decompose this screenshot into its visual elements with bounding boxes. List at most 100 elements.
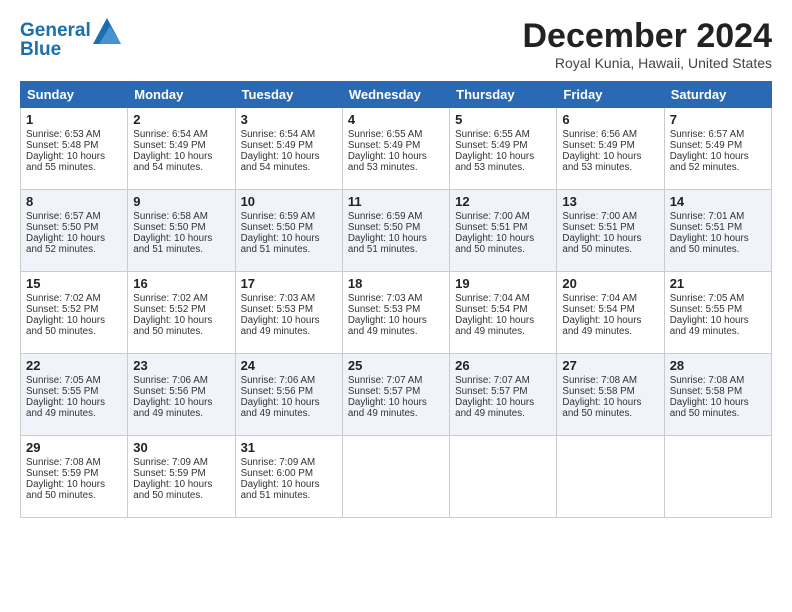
sunrise-label: Sunrise: 7:07 AM — [455, 375, 530, 386]
calendar-header-cell: Monday — [128, 82, 235, 108]
calendar-day-cell: 19 Sunrise: 7:04 AM Sunset: 5:54 PM Dayl… — [450, 272, 557, 354]
subtitle: Royal Kunia, Hawaii, United States — [522, 55, 772, 71]
calendar-day-cell: 31 Sunrise: 7:09 AM Sunset: 6:00 PM Dayl… — [235, 436, 342, 518]
day-number: 7 — [670, 112, 766, 127]
calendar-day-cell: 21 Sunrise: 7:05 AM Sunset: 5:55 PM Dayl… — [664, 272, 771, 354]
sunrise-label: Sunrise: 7:09 AM — [241, 457, 316, 468]
sunset-label: Sunset: 5:57 PM — [455, 386, 527, 397]
sunset-label: Sunset: 5:52 PM — [133, 304, 205, 315]
calendar-day-cell: 4 Sunrise: 6:55 AM Sunset: 5:49 PM Dayli… — [342, 108, 449, 190]
day-number: 21 — [670, 276, 766, 291]
calendar-day-cell: 22 Sunrise: 7:05 AM Sunset: 5:55 PM Dayl… — [21, 354, 128, 436]
sunrise-label: Sunrise: 7:00 AM — [562, 211, 637, 222]
day-number: 5 — [455, 112, 551, 127]
daylight-label: Daylight: 10 hours and 49 minutes. — [241, 397, 320, 419]
sunset-label: Sunset: 5:51 PM — [562, 222, 634, 233]
sunrise-label: Sunrise: 6:57 AM — [670, 129, 745, 140]
day-number: 11 — [348, 194, 444, 209]
daylight-label: Daylight: 10 hours and 53 minutes. — [348, 151, 427, 173]
sunrise-label: Sunrise: 6:56 AM — [562, 129, 637, 140]
sunset-label: Sunset: 5:59 PM — [133, 468, 205, 479]
sunset-label: Sunset: 5:51 PM — [455, 222, 527, 233]
day-number: 19 — [455, 276, 551, 291]
sunrise-label: Sunrise: 6:54 AM — [241, 129, 316, 140]
daylight-label: Daylight: 10 hours and 49 minutes. — [241, 315, 320, 337]
calendar-day-cell: 6 Sunrise: 6:56 AM Sunset: 5:49 PM Dayli… — [557, 108, 664, 190]
sunrise-label: Sunrise: 7:03 AM — [348, 293, 423, 304]
logo: General Blue — [20, 18, 121, 61]
day-number: 6 — [562, 112, 658, 127]
sunset-label: Sunset: 5:49 PM — [562, 140, 634, 151]
sunset-label: Sunset: 5:50 PM — [241, 222, 313, 233]
page: General Blue December 2024 Royal Kunia, … — [0, 0, 792, 528]
sunset-label: Sunset: 5:55 PM — [670, 304, 742, 315]
sunset-label: Sunset: 5:58 PM — [670, 386, 742, 397]
day-number: 17 — [241, 276, 337, 291]
calendar-day-cell: 7 Sunrise: 6:57 AM Sunset: 5:49 PM Dayli… — [664, 108, 771, 190]
calendar-day-cell: 29 Sunrise: 7:08 AM Sunset: 5:59 PM Dayl… — [21, 436, 128, 518]
sunrise-label: Sunrise: 7:02 AM — [26, 293, 101, 304]
header: General Blue December 2024 Royal Kunia, … — [20, 18, 772, 71]
calendar-day-cell: 25 Sunrise: 7:07 AM Sunset: 5:57 PM Dayl… — [342, 354, 449, 436]
month-title: December 2024 — [522, 18, 772, 55]
calendar-header-cell: Saturday — [664, 82, 771, 108]
sunrise-label: Sunrise: 6:57 AM — [26, 211, 101, 222]
sunrise-label: Sunrise: 7:08 AM — [26, 457, 101, 468]
calendar-day-cell: 20 Sunrise: 7:04 AM Sunset: 5:54 PM Dayl… — [557, 272, 664, 354]
calendar-day-cell: 5 Sunrise: 6:55 AM Sunset: 5:49 PM Dayli… — [450, 108, 557, 190]
daylight-label: Daylight: 10 hours and 49 minutes. — [26, 397, 105, 419]
daylight-label: Daylight: 10 hours and 52 minutes. — [670, 151, 749, 173]
daylight-label: Daylight: 10 hours and 53 minutes. — [455, 151, 534, 173]
sunrise-label: Sunrise: 7:02 AM — [133, 293, 208, 304]
sunset-label: Sunset: 5:58 PM — [562, 386, 634, 397]
day-number: 2 — [133, 112, 229, 127]
day-number: 4 — [348, 112, 444, 127]
daylight-label: Daylight: 10 hours and 50 minutes. — [562, 397, 641, 419]
daylight-label: Daylight: 10 hours and 51 minutes. — [241, 233, 320, 255]
sunrise-label: Sunrise: 7:07 AM — [348, 375, 423, 386]
calendar-day-cell: 15 Sunrise: 7:02 AM Sunset: 5:52 PM Dayl… — [21, 272, 128, 354]
sunrise-label: Sunrise: 6:58 AM — [133, 211, 208, 222]
daylight-label: Daylight: 10 hours and 54 minutes. — [241, 151, 320, 173]
daylight-label: Daylight: 10 hours and 50 minutes. — [26, 315, 105, 337]
sunrise-label: Sunrise: 7:06 AM — [241, 375, 316, 386]
sunset-label: Sunset: 6:00 PM — [241, 468, 313, 479]
day-number: 14 — [670, 194, 766, 209]
sunset-label: Sunset: 5:52 PM — [26, 304, 98, 315]
daylight-label: Daylight: 10 hours and 51 minutes. — [348, 233, 427, 255]
calendar-day-cell: 10 Sunrise: 6:59 AM Sunset: 5:50 PM Dayl… — [235, 190, 342, 272]
sunset-label: Sunset: 5:56 PM — [241, 386, 313, 397]
sunset-label: Sunset: 5:54 PM — [562, 304, 634, 315]
calendar-day-cell: 3 Sunrise: 6:54 AM Sunset: 5:49 PM Dayli… — [235, 108, 342, 190]
sunset-label: Sunset: 5:55 PM — [26, 386, 98, 397]
calendar-day-cell: 18 Sunrise: 7:03 AM Sunset: 5:53 PM Dayl… — [342, 272, 449, 354]
calendar-day-cell — [450, 436, 557, 518]
sunrise-label: Sunrise: 7:04 AM — [562, 293, 637, 304]
day-number: 1 — [26, 112, 122, 127]
sunrise-label: Sunrise: 6:59 AM — [241, 211, 316, 222]
daylight-label: Daylight: 10 hours and 54 minutes. — [133, 151, 212, 173]
calendar-day-cell: 2 Sunrise: 6:54 AM Sunset: 5:49 PM Dayli… — [128, 108, 235, 190]
calendar-day-cell: 30 Sunrise: 7:09 AM Sunset: 5:59 PM Dayl… — [128, 436, 235, 518]
day-number: 10 — [241, 194, 337, 209]
calendar-week-row: 1 Sunrise: 6:53 AM Sunset: 5:48 PM Dayli… — [21, 108, 772, 190]
daylight-label: Daylight: 10 hours and 50 minutes. — [562, 233, 641, 255]
sunset-label: Sunset: 5:59 PM — [26, 468, 98, 479]
calendar-day-cell: 23 Sunrise: 7:06 AM Sunset: 5:56 PM Dayl… — [128, 354, 235, 436]
calendar-day-cell: 24 Sunrise: 7:06 AM Sunset: 5:56 PM Dayl… — [235, 354, 342, 436]
day-number: 28 — [670, 358, 766, 373]
sunrise-label: Sunrise: 6:55 AM — [455, 129, 530, 140]
calendar-header-cell: Tuesday — [235, 82, 342, 108]
day-number: 9 — [133, 194, 229, 209]
sunrise-label: Sunrise: 7:01 AM — [670, 211, 745, 222]
sunrise-label: Sunrise: 7:04 AM — [455, 293, 530, 304]
day-number: 16 — [133, 276, 229, 291]
calendar-day-cell: 12 Sunrise: 7:00 AM Sunset: 5:51 PM Dayl… — [450, 190, 557, 272]
calendar-day-cell: 1 Sunrise: 6:53 AM Sunset: 5:48 PM Dayli… — [21, 108, 128, 190]
day-number: 23 — [133, 358, 229, 373]
day-number: 25 — [348, 358, 444, 373]
daylight-label: Daylight: 10 hours and 53 minutes. — [562, 151, 641, 173]
daylight-label: Daylight: 10 hours and 49 minutes. — [348, 315, 427, 337]
daylight-label: Daylight: 10 hours and 49 minutes. — [670, 315, 749, 337]
sunset-label: Sunset: 5:50 PM — [348, 222, 420, 233]
